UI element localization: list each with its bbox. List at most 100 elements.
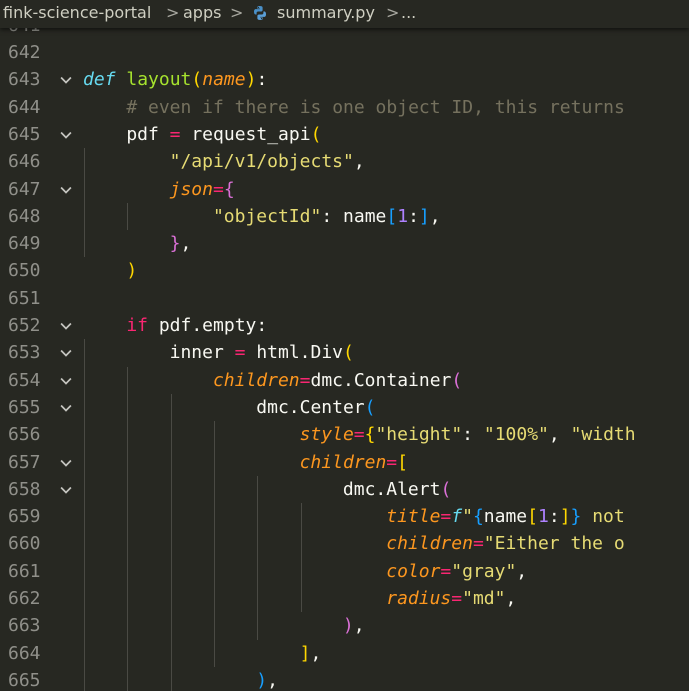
code-text: ) (126, 257, 137, 284)
line-number: 649 (8, 233, 41, 255)
code-token: : (408, 205, 419, 227)
code-token: "width (570, 424, 636, 446)
line-number: 648 (8, 205, 41, 227)
code-line[interactable]: 664], (0, 640, 689, 667)
code-line[interactable]: 643 def layout(name): (0, 66, 689, 93)
code-token: ) (342, 615, 354, 637)
indent-guide (84, 339, 85, 691)
fold-chevron-down-icon[interactable] (59, 183, 73, 197)
line-number: 661 (8, 560, 41, 582)
code-token: = (386, 451, 398, 473)
line-number: 645 (8, 123, 41, 145)
code-text: def layout(name): (83, 66, 267, 93)
code-token: : (321, 205, 344, 227)
code-token: [ (386, 205, 398, 227)
fold-chevron-down-icon[interactable] (59, 128, 73, 142)
code-text: style={"height": "100%", "width (300, 421, 636, 448)
breadcrumb-item-folder-apps[interactable]: apps (183, 3, 221, 23)
code-token: "md" (462, 588, 506, 609)
code-editor[interactable]: 641 642643def layout(name):644# even if … (0, 0, 689, 691)
code-token: color (386, 560, 441, 582)
code-token: children (386, 533, 473, 555)
code-line[interactable]: 646 "/api/v1/objects", (0, 148, 689, 175)
code-text: ), (256, 667, 278, 691)
code-token: [ (397, 451, 408, 473)
code-token: ( (310, 123, 322, 145)
fold-chevron-down-icon[interactable] (59, 346, 73, 360)
code-text: color="gray", (386, 558, 527, 585)
code-line[interactable]: 648 "objectId": name[1:], (0, 203, 689, 230)
fold-chevron-down-icon[interactable] (59, 73, 73, 87)
code-token: = (212, 178, 224, 200)
code-token: radius (386, 588, 452, 609)
code-line[interactable]: 657 children=[ (0, 449, 689, 476)
code-token: dmc.Alert (342, 478, 441, 500)
code-text: title=f"{name[1:]} not (386, 503, 625, 530)
line-number: 643 (8, 69, 41, 91)
code-token: if (126, 315, 148, 336)
line-number: 657 (8, 451, 41, 473)
fold-chevron-down-icon[interactable] (59, 374, 73, 388)
line-number: 664 (8, 642, 41, 664)
line-number: 651 (8, 287, 41, 309)
code-text: # even if there is one object ID, this r… (126, 94, 625, 121)
code-token: , (353, 151, 365, 173)
code-token: ] (559, 506, 571, 528)
line-number: 655 (8, 396, 41, 418)
code-token: = (353, 424, 365, 446)
code-line[interactable]: 655 dmc.Center( (0, 394, 689, 421)
line-number: 642 (8, 42, 41, 63)
code-line[interactable]: 652 if pdf.empty: (0, 312, 689, 339)
code-line[interactable]: 642 (0, 39, 689, 66)
code-token: ) (256, 669, 268, 691)
code-token: { (472, 506, 484, 528)
fold-chevron-down-icon[interactable] (59, 456, 73, 470)
code-line[interactable]: 659 title=f"{name[1:]} not (0, 503, 689, 530)
code-line[interactable]: 662 radius="md", (0, 585, 689, 612)
code-token: ) (126, 260, 138, 282)
breadcrumb-item-file[interactable]: summary.py (277, 3, 375, 23)
code-token: ( (191, 69, 203, 91)
line-number: 646 (8, 151, 41, 173)
code-line[interactable]: 650) (0, 257, 689, 284)
line-number: 658 (8, 478, 41, 500)
code-token: = (223, 342, 257, 364)
code-line[interactable]: 658 dmc.Alert( (0, 476, 689, 503)
code-token: ( (343, 342, 354, 364)
fold-chevron-down-icon[interactable] (59, 483, 73, 497)
code-token: ] (299, 642, 311, 664)
fold-chevron-down-icon[interactable] (59, 401, 73, 415)
code-token: ) (245, 69, 257, 91)
breadcrumb-item-folder-root[interactable]: fink-science-portal (3, 3, 151, 23)
code-line[interactable]: 649}, (0, 230, 689, 257)
fold-chevron-down-icon[interactable] (59, 319, 73, 333)
line-number: 654 (8, 369, 41, 391)
code-line[interactable]: 653 inner = html.Div( (0, 339, 689, 366)
code-token: : (462, 424, 484, 446)
code-line[interactable]: 660 children="Either the o (0, 530, 689, 557)
code-token: layout (126, 69, 192, 91)
code-line[interactable]: 665), (0, 667, 689, 691)
code-token: : (256, 69, 268, 91)
code-token: = (299, 369, 311, 391)
line-number: 660 (8, 533, 41, 555)
code-token: f (451, 506, 463, 528)
code-token: children (212, 369, 300, 391)
code-line[interactable]: 644 # even if there is one object ID, thi… (0, 94, 689, 121)
code-line[interactable]: 651 (0, 285, 689, 312)
code-line[interactable]: 645 pdf = request_api( (0, 121, 689, 148)
code-line[interactable]: 656 style={"height": "100%", "width (0, 421, 689, 448)
code-token: , (429, 205, 441, 227)
code-line[interactable]: 663), (0, 612, 689, 639)
code-text: dmc.Alert( (343, 476, 451, 503)
code-token: inner (169, 342, 224, 364)
breadcrumb-item-ellipsis[interactable]: ... (401, 3, 416, 23)
code-line[interactable]: 647 json={ (0, 176, 689, 203)
code-token: = (472, 533, 484, 555)
code-line[interactable]: 661 color="gray", (0, 558, 689, 585)
code-text: inner = html.Div( (170, 339, 354, 366)
code-token: style (299, 424, 354, 446)
code-token: ( (451, 369, 463, 391)
code-line[interactable]: 654 children=dmc.Container( (0, 367, 689, 394)
